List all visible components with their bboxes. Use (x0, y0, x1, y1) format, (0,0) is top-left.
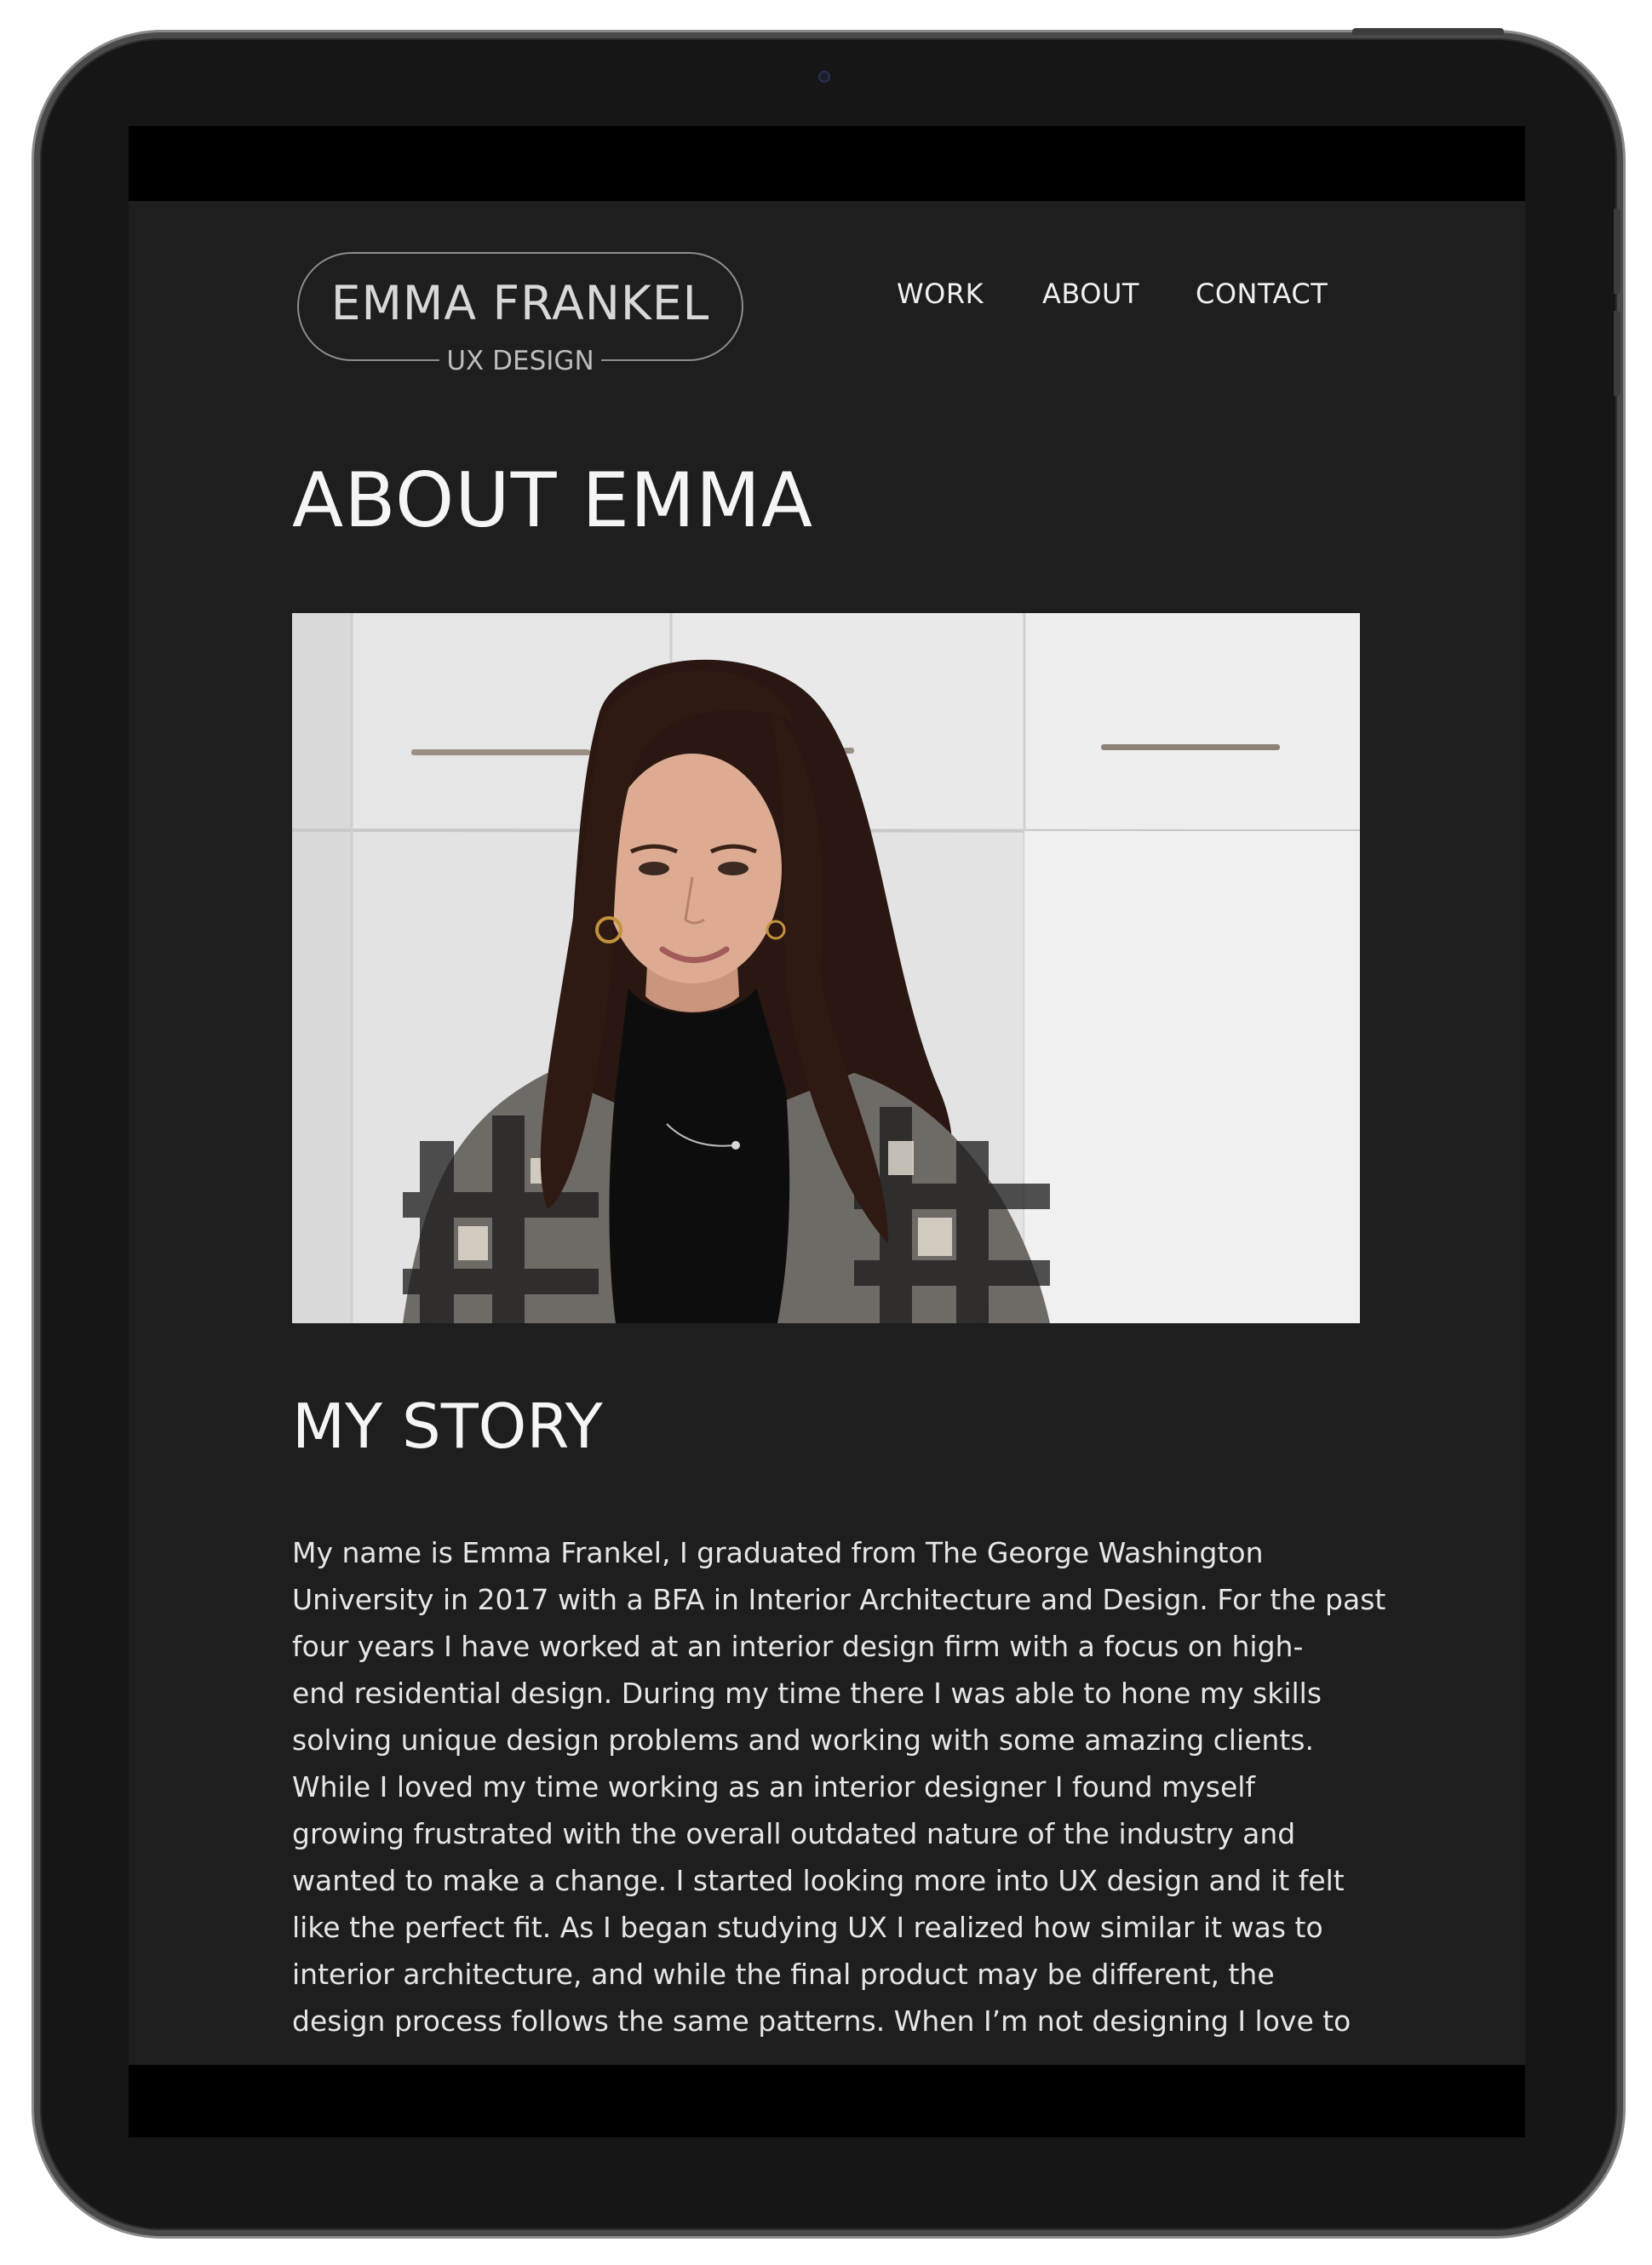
black-turtleneck (609, 988, 790, 1323)
story-line: solving unique design problems and worki… (292, 1723, 1314, 1757)
nav-link-about[interactable]: ABOUT (1042, 278, 1139, 310)
bottom-letterbox-bar (129, 2065, 1525, 2137)
right-eye (718, 862, 749, 875)
portrait-photo (292, 613, 1360, 1323)
tablet-top-button (1352, 28, 1504, 35)
tablet-volume-up-button (1614, 209, 1620, 294)
tablet-volume-down-button (1614, 311, 1620, 396)
story-line: wanted to make a change. I started looki… (292, 1864, 1345, 1897)
story-paragraph: My name is Emma Frankel, I graduated fro… (292, 1529, 1386, 2044)
cabinet-handle-right (1101, 744, 1280, 750)
logo-subtitle: UX DESIGN (439, 344, 601, 378)
story-line: growing frustrated with the overall outd… (292, 1817, 1296, 1850)
logo-name: EMMA FRANKEL (330, 276, 710, 330)
story-line: interior architecture, and while the fin… (292, 1958, 1275, 1991)
about-page: EMMA FRANKEL UX DESIGN WORK ABOUT CONTAC… (129, 201, 1525, 2065)
story-line: end residential design. During my time t… (292, 1677, 1322, 1710)
story-line: My name is Emma Frankel, I graduated fro… (292, 1536, 1264, 1569)
left-eye (639, 862, 669, 875)
site-logo[interactable]: EMMA FRANKEL UX DESIGN (297, 252, 743, 378)
story-line: four years I have worked at an interior … (292, 1630, 1304, 1663)
nav-link-work[interactable]: WORK (897, 278, 984, 310)
necklace-pendant (731, 1141, 740, 1150)
tablet-screen: EMMA FRANKEL UX DESIGN WORK ABOUT CONTAC… (129, 126, 1525, 2137)
logo-subtitle-wrap: UX DESIGN (297, 344, 743, 378)
cabinet-door-upper-right (1024, 613, 1360, 830)
nav-link-contact[interactable]: CONTACT (1196, 278, 1328, 310)
story-line: design process follows the same patterns… (292, 2004, 1351, 2038)
cabinet-panel-left (292, 613, 352, 1323)
cabinet-handle-left (411, 749, 590, 755)
story-line: like the perfect fit. As I began studyin… (292, 1911, 1323, 1944)
cabinet-door-lower-right (1024, 831, 1360, 1323)
portrait-photo-illustration (292, 613, 1360, 1323)
story-line: University in 2017 with a BFA in Interio… (292, 1583, 1386, 1616)
top-letterbox-bar (129, 126, 1525, 201)
story-line: While I loved my time working as an inte… (292, 1770, 1256, 1803)
face (603, 754, 782, 983)
front-camera-icon (818, 71, 830, 83)
page-title: ABOUT EMMA (292, 456, 814, 544)
story-heading: MY STORY (292, 1391, 603, 1462)
